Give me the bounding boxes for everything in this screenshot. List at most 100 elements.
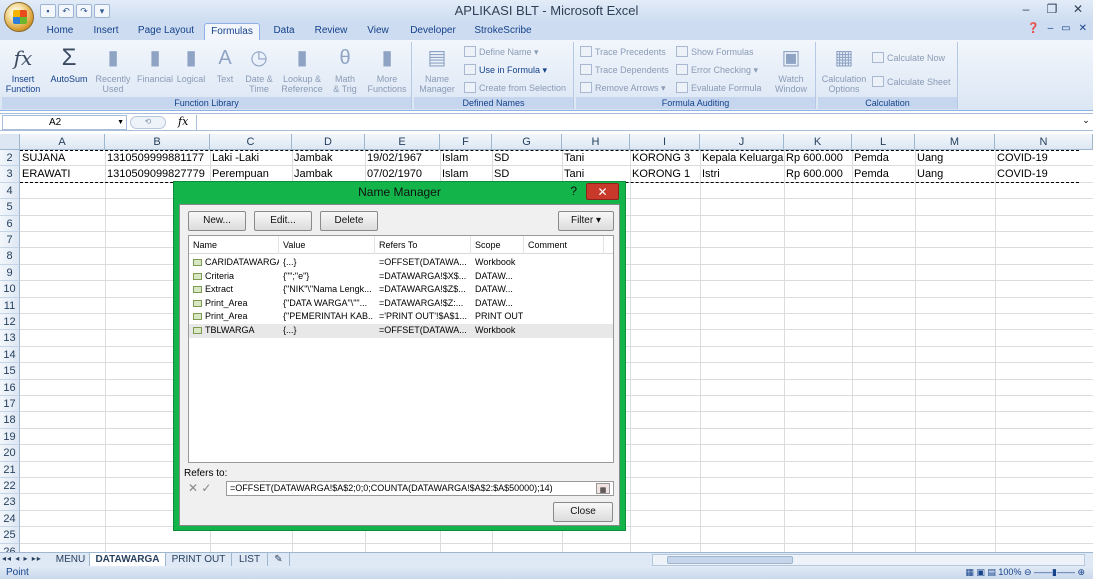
names-list[interactable]: Name Value Refers To Scope Comment CARID… [188, 235, 614, 463]
row-header[interactable]: 16 [0, 379, 20, 396]
row-header[interactable]: 25 [0, 527, 20, 544]
row-header[interactable]: 5 [0, 199, 20, 216]
header-scope[interactable]: Scope [471, 236, 524, 254]
sheet-tab-list[interactable]: LIST [232, 553, 268, 566]
row-header[interactable]: 15 [0, 363, 20, 380]
cell[interactable]: Laki -Laki [210, 150, 292, 166]
show-formulas-button[interactable]: Show Formulas [676, 44, 754, 60]
cancel-x-icon[interactable]: ✕ [188, 481, 198, 495]
list-item[interactable]: Print_Area {"PEMERINTAH KAB... ='PRINT OUT… [189, 310, 613, 324]
list-item[interactable]: CARIDATAWARGA {...} =OFFSET(DATAWA... Workb… [189, 256, 613, 270]
header-name[interactable]: Name [189, 236, 279, 254]
column-header[interactable]: I [630, 134, 700, 150]
column-header[interactable]: F [440, 134, 492, 150]
column-header[interactable]: D [292, 134, 365, 150]
ribbon-close-icon[interactable]: ✕ [1079, 23, 1087, 34]
sheet-tab-datawarga[interactable]: DATAWARGA [90, 553, 166, 566]
cell[interactable]: 1310509099827779 [105, 166, 210, 182]
list-item[interactable]: Print_Area {"DATA WARGA"\""... =DATAWARGA!… [189, 297, 613, 311]
close-icon[interactable]: ✕ [1067, 1, 1089, 17]
ribbon-restore-icon[interactable]: ▭ [1061, 23, 1070, 34]
cell[interactable]: ERAWATI [20, 166, 105, 182]
cell[interactable]: 07/02/1970 [365, 166, 440, 182]
refers-to-input[interactable]: =OFFSET(DATAWARGA!$A$2;0;0;COUNTA(DATAWA… [226, 481, 614, 496]
sheet-nav-arrows-icon[interactable]: ◂◂ ◂ ▸ ▸▸ [2, 554, 42, 563]
cell[interactable]: 19/02/1967 [365, 150, 440, 166]
row-header[interactable]: 26 [0, 543, 20, 552]
horizontal-scrollbar[interactable] [652, 554, 1085, 566]
close-button[interactable]: Close [553, 502, 613, 522]
row-header[interactable]: 12 [0, 314, 20, 331]
delete-name-button[interactable]: Delete [320, 211, 378, 231]
column-header[interactable]: K [784, 134, 852, 150]
cell[interactable]: Islam [440, 166, 492, 182]
cell[interactable]: Rp 600.000 [784, 150, 852, 166]
column-header[interactable]: C [210, 134, 292, 150]
help-icon[interactable]: ❓ [1027, 23, 1039, 34]
error-checking-button[interactable]: Error Checking ▾ [676, 62, 758, 78]
row-header[interactable]: 9 [0, 264, 20, 282]
cell[interactable]: Islam [440, 150, 492, 166]
date-time-button[interactable]: ◷ Date & Time [240, 44, 278, 94]
insert-function-icon[interactable]: fx [178, 115, 188, 128]
financial-button[interactable]: ▮ Financial [136, 44, 174, 84]
cell[interactable]: COVID-19 [995, 166, 1091, 182]
evaluate-formula-button[interactable]: Evaluate Formula [676, 80, 762, 96]
header-value[interactable]: Value [279, 236, 375, 254]
column-header[interactable]: J [700, 134, 784, 150]
list-item[interactable]: Extract {"NIK"\"Nama Lengk... =DATAWARGA!$… [189, 283, 613, 297]
cell[interactable]: Uang [915, 150, 995, 166]
calculate-now-button[interactable]: Calculate Now [872, 50, 945, 66]
row-header[interactable]: 18 [0, 412, 20, 429]
list-item[interactable]: TBLWARGA {...} =OFFSET(DATAWA... Workbook [189, 324, 613, 338]
row-header[interactable]: 3 [0, 166, 20, 183]
column-header[interactable]: M [915, 134, 995, 150]
tab-view[interactable]: View [360, 23, 396, 40]
cell[interactable]: SUJANA [20, 150, 105, 166]
row-header[interactable]: 11 [0, 297, 20, 314]
trace-precedents-button[interactable]: Trace Precedents [580, 44, 666, 60]
row-header[interactable]: 23 [0, 494, 20, 511]
ribbon-minimize-icon[interactable]: – [1048, 23, 1054, 34]
row-header[interactable]: 24 [0, 510, 20, 528]
list-item[interactable]: Criteria {"";"e"} =DATAWARGA!$X$... DATAW..… [189, 270, 613, 284]
row-header[interactable]: 21 [0, 461, 20, 478]
row-header[interactable]: 22 [0, 478, 20, 495]
select-all-corner[interactable] [0, 134, 20, 150]
remove-arrows-button[interactable]: Remove Arrows ▾ [580, 80, 666, 96]
tab-developer[interactable]: Developer [404, 23, 462, 40]
row-header[interactable]: 7 [0, 232, 20, 249]
cell[interactable]: KORONG 1 [630, 166, 700, 182]
cell[interactable]: KORONG 3 [630, 150, 700, 166]
more-functions-button[interactable]: ▮ More Functions [366, 44, 408, 94]
header-refers-to[interactable]: Refers To [375, 236, 471, 254]
tab-strokescribe[interactable]: StrokeScribe [470, 23, 536, 40]
collapse-dialog-icon[interactable]: ▦ [596, 483, 610, 494]
insert-sheet-icon[interactable]: ✎ [268, 553, 290, 566]
cell[interactable]: Kepala Keluarga [700, 150, 784, 166]
calculation-options-button[interactable]: ▦ Calculation Options [820, 44, 868, 94]
row-header[interactable]: 10 [0, 281, 20, 298]
column-header[interactable]: G [492, 134, 562, 150]
cell[interactable]: Jambak [292, 166, 365, 182]
cell[interactable]: Rp 600.000 [784, 166, 852, 182]
cell[interactable]: Pemda [852, 166, 915, 182]
watch-window-button[interactable]: ▣ Watch Window [772, 44, 810, 94]
filter-button[interactable]: Filter ▾ [558, 211, 614, 231]
cell[interactable]: SD [492, 150, 562, 166]
cell[interactable]: 1310509999881177 [105, 150, 210, 166]
calculate-sheet-button[interactable]: Calculate Sheet [872, 74, 951, 90]
row-header[interactable]: 17 [0, 396, 20, 413]
header-comment[interactable]: Comment [524, 236, 604, 254]
dialog-help-icon[interactable]: ? [570, 184, 577, 198]
sheet-tab-menu[interactable]: MENU [52, 553, 90, 566]
row-header[interactable]: 14 [0, 346, 20, 364]
column-header[interactable]: A [20, 134, 105, 150]
cell[interactable]: Pemda [852, 150, 915, 166]
column-header[interactable]: H [562, 134, 630, 150]
cell[interactable]: Tani [562, 150, 630, 166]
row-header[interactable]: 6 [0, 215, 20, 232]
define-name-button[interactable]: Define Name ▾ [464, 44, 539, 60]
recently-used-button[interactable]: ▮ Recently Used [94, 44, 132, 94]
row-header[interactable]: 8 [0, 248, 20, 265]
